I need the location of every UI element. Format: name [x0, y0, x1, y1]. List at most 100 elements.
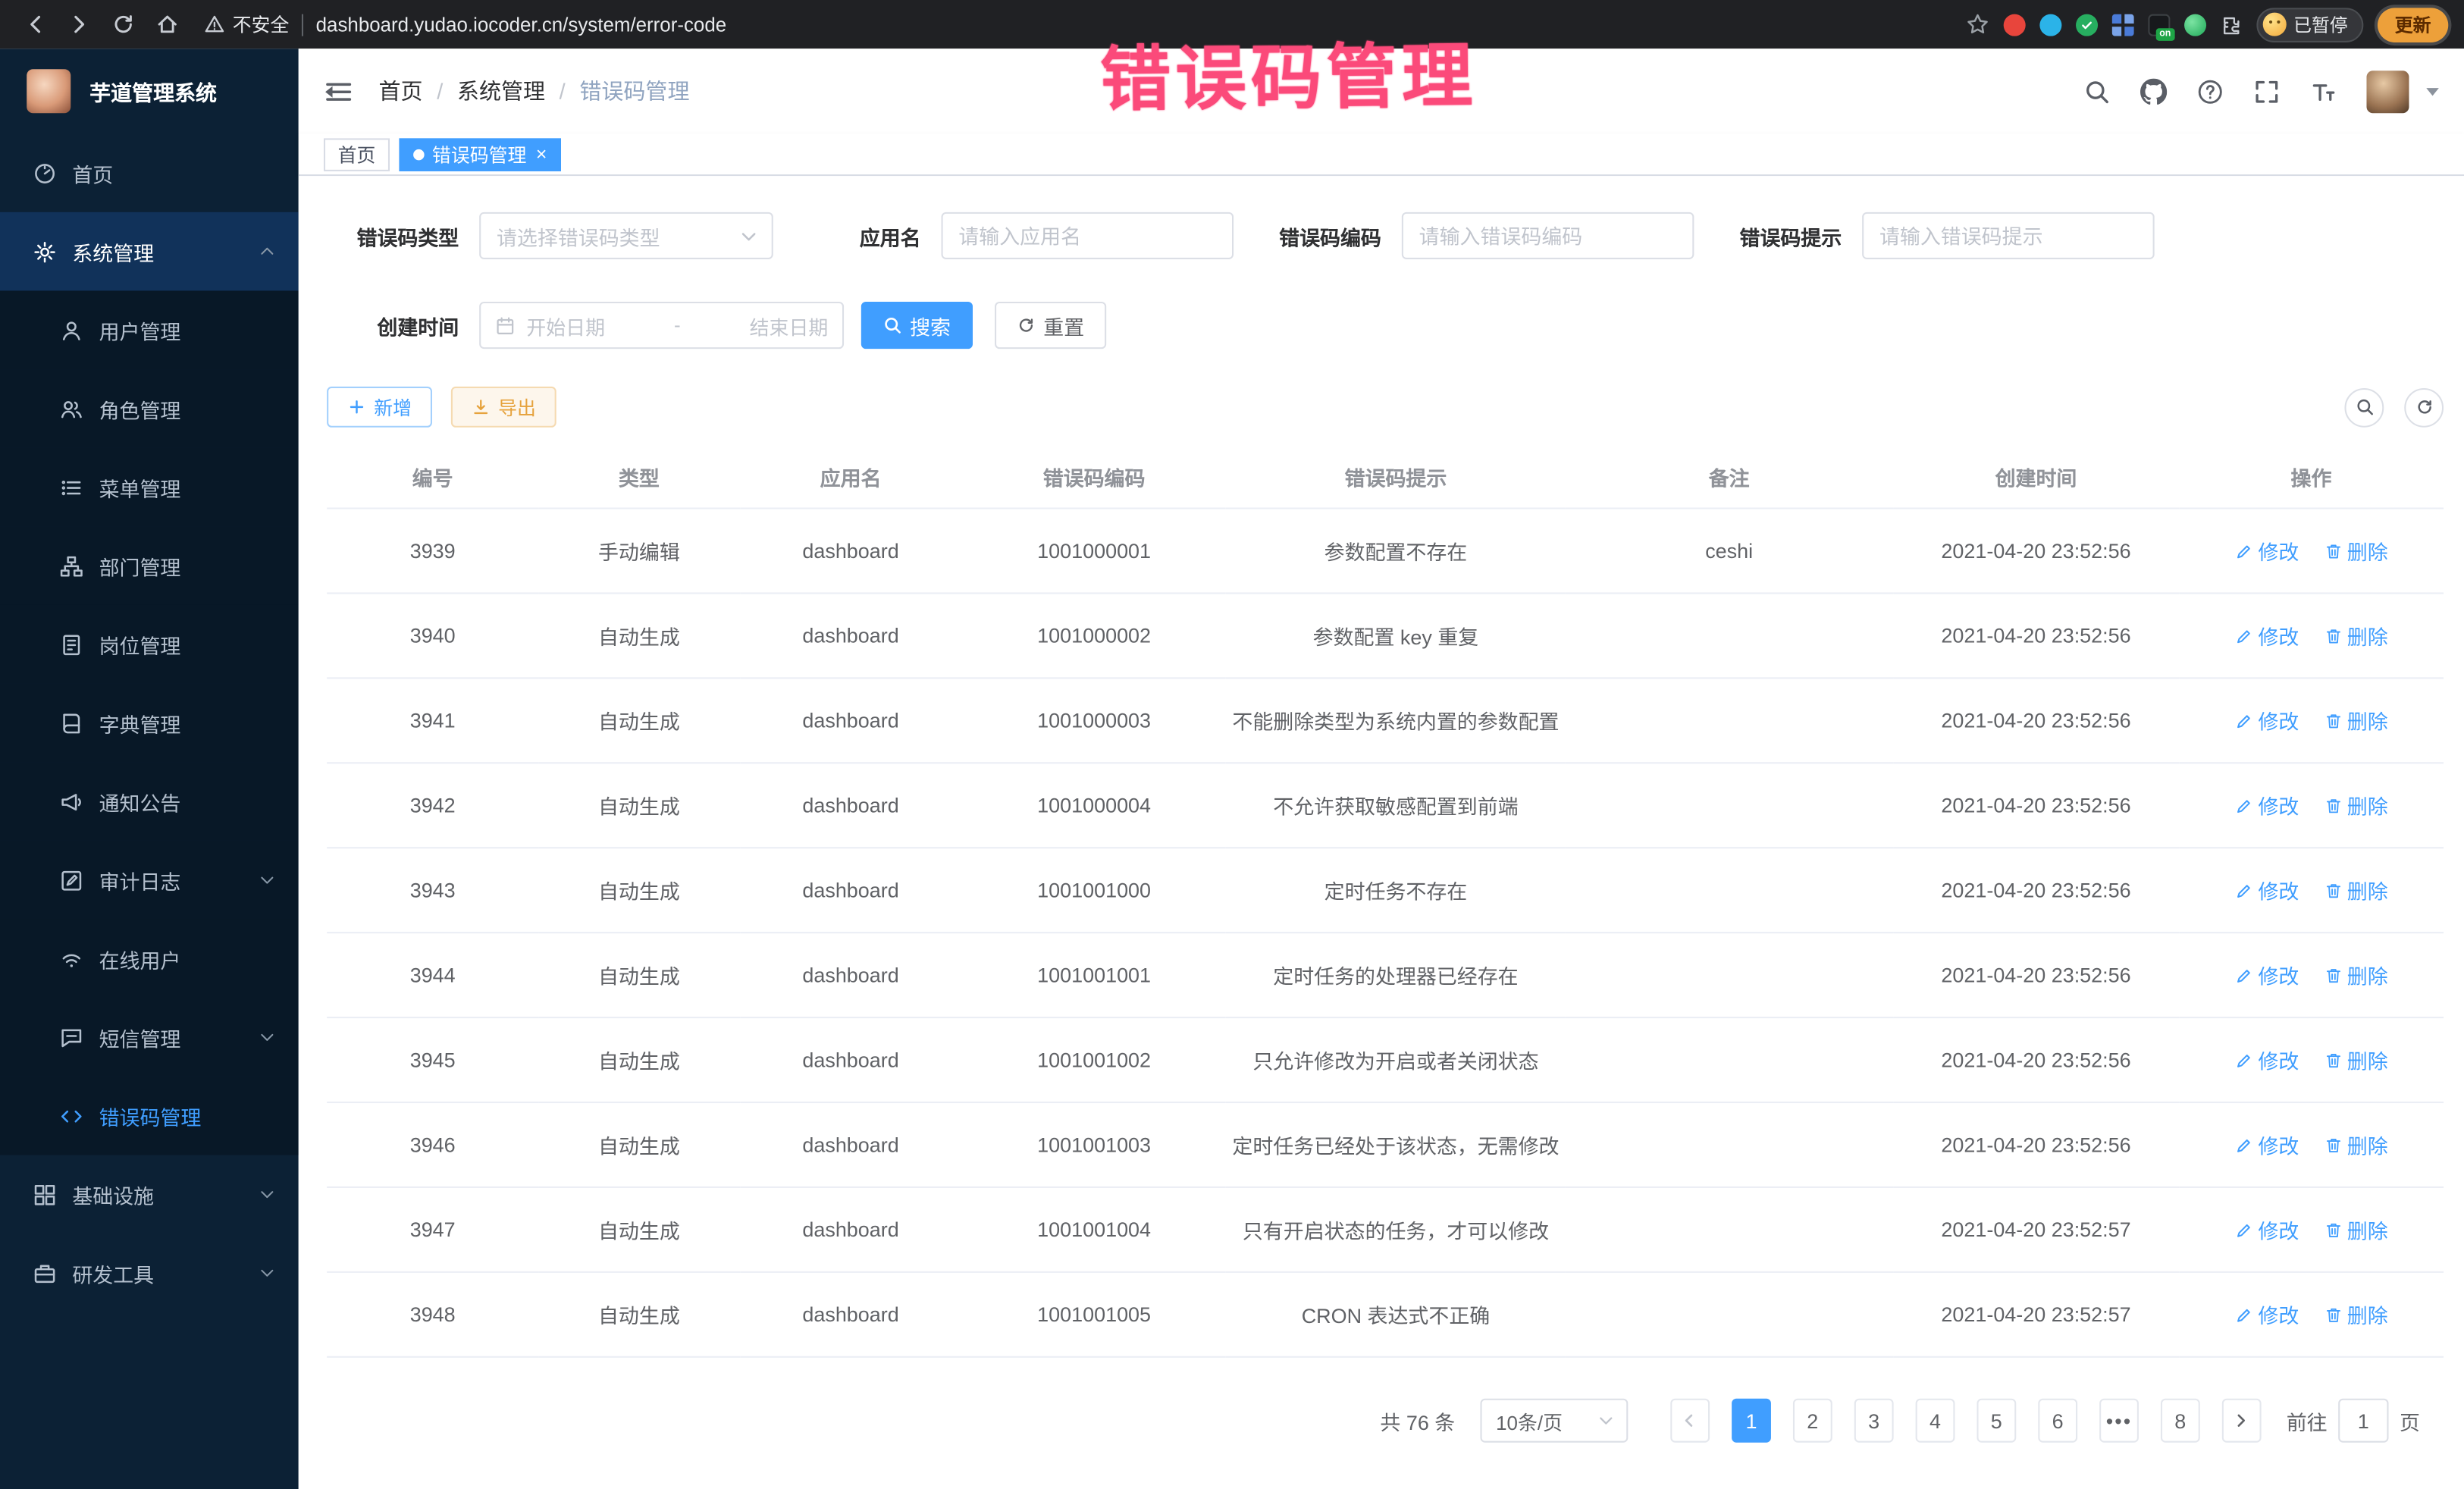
create-time-label: 创建时间 — [327, 310, 459, 340]
search-icon[interactable] — [2083, 78, 2110, 105]
bookmark-star-icon[interactable] — [1965, 13, 1989, 36]
sidebar-item-home[interactable]: 首页 — [0, 133, 299, 212]
back-button[interactable] — [16, 5, 54, 43]
extension-tampermonkey-icon[interactable]: on — [2147, 14, 2169, 36]
edit-link[interactable]: 修改 — [2234, 1299, 2299, 1329]
delete-link[interactable]: 删除 — [2324, 1045, 2388, 1074]
prev-page-button[interactable] — [1670, 1399, 1710, 1443]
breadcrumb-system[interactable]: 系统管理 — [457, 75, 545, 106]
delete-link[interactable]: 删除 — [2324, 791, 2388, 820]
page-button[interactable]: 6 — [2038, 1399, 2077, 1443]
github-icon[interactable] — [2140, 78, 2167, 105]
add-button[interactable]: 新增 — [327, 387, 432, 428]
delete-link[interactable]: 删除 — [2324, 536, 2388, 566]
browser-update-button[interactable]: 更新 — [2378, 7, 2448, 42]
delete-link[interactable]: 删除 — [2324, 1215, 2388, 1244]
cell-msg: 只有开启状态的任务，才可以修改 — [1227, 1187, 1566, 1272]
delete-link[interactable]: 删除 — [2324, 1130, 2388, 1159]
error-code-input[interactable] — [1402, 212, 1694, 259]
edit-link[interactable]: 修改 — [2234, 791, 2299, 820]
edit-link[interactable]: 修改 — [2234, 706, 2299, 735]
goto-suffix: 页 — [2400, 1406, 2420, 1435]
date-range-picker[interactable]: 开始日期 - 结束日期 — [479, 302, 844, 349]
tab-close-icon[interactable]: × — [536, 145, 547, 164]
delete-link[interactable]: 删除 — [2324, 621, 2388, 650]
edit-link[interactable]: 修改 — [2234, 1215, 2299, 1244]
edit-link[interactable]: 修改 — [2234, 536, 2299, 566]
delete-icon — [2324, 541, 2343, 560]
filter-row-1: 错误码类型 请选择错误码类型 应用名 错误码编码 — [327, 212, 2444, 259]
page-buttons: 123456 ••• 8 — [1721, 1399, 2212, 1443]
search-button[interactable]: 搜索 — [861, 302, 973, 349]
security-indicator[interactable]: 不安全 — [204, 11, 289, 38]
page-button[interactable]: 5 — [1977, 1399, 2016, 1443]
sidebar-item-error-code[interactable]: 错误码管理 — [0, 1077, 299, 1155]
sidebar-item-menu[interactable]: 菜单管理 — [0, 448, 299, 527]
sidebar-item-system[interactable]: 系统管理 — [0, 212, 299, 291]
sidebar-item-online-user[interactable]: 在线用户 — [0, 920, 299, 998]
page-button[interactable]: 4 — [1916, 1399, 1955, 1443]
tab-home[interactable]: 首页 — [324, 137, 390, 171]
address-bar[interactable]: 不安全 dashboard.yudao.iocoder.cn/system/er… — [204, 11, 1958, 38]
error-msg-input[interactable] — [1862, 212, 2155, 259]
error-type-select[interactable]: 请选择错误码类型 — [479, 212, 773, 259]
sidebar-item-devtool[interactable]: 研发工具 — [0, 1234, 299, 1312]
edit-link[interactable]: 修改 — [2234, 1045, 2299, 1074]
user-avatar[interactable] — [2366, 70, 2409, 112]
font-size-icon[interactable] — [2310, 78, 2337, 105]
extension-teal-icon[interactable] — [2039, 14, 2061, 36]
fullscreen-icon[interactable] — [2253, 78, 2280, 105]
page-size-select[interactable]: 10条/页 — [1480, 1399, 1628, 1443]
page-ellipsis[interactable]: ••• — [2099, 1399, 2139, 1443]
delete-link[interactable]: 删除 — [2324, 706, 2388, 735]
delete-link[interactable]: 删除 — [2324, 960, 2388, 989]
sidebar-item-role[interactable]: 角色管理 — [0, 369, 299, 448]
url-text[interactable]: dashboard.yudao.iocoder.cn/system/error-… — [316, 14, 727, 36]
edit-link[interactable]: 修改 — [2234, 621, 2299, 650]
edit-link[interactable]: 修改 — [2234, 1130, 2299, 1159]
sidebar-item-post[interactable]: 岗位管理 — [0, 605, 299, 684]
cell-type: 手动编辑 — [538, 509, 739, 594]
sidebar-item-dict[interactable]: 字典管理 — [0, 684, 299, 763]
sidebar-item-sms[interactable]: 短信管理 — [0, 998, 299, 1077]
tab-error-code[interactable]: 错误码管理 × — [399, 137, 561, 171]
sidebar-item-infra[interactable]: 基础设施 — [0, 1155, 299, 1234]
profile-paused-chip[interactable]: 已暂停 — [2256, 7, 2363, 42]
app-name-input[interactable] — [942, 212, 1234, 259]
extension-green-icon[interactable] — [2183, 14, 2205, 36]
extension-grid-icon[interactable] — [2111, 14, 2133, 36]
goto-page-input[interactable] — [2338, 1399, 2388, 1443]
reset-button[interactable]: 重置 — [995, 302, 1106, 349]
delete-link[interactable]: 删除 — [2324, 875, 2388, 904]
help-icon[interactable] — [2197, 78, 2224, 105]
edit-link[interactable]: 修改 — [2234, 875, 2299, 904]
refresh-table-button[interactable] — [2404, 387, 2444, 427]
breadcrumb-home[interactable]: 首页 — [379, 75, 423, 106]
profile-avatar — [2262, 13, 2286, 36]
extensions-puzzle-icon[interactable] — [2220, 14, 2242, 36]
home-button[interactable] — [148, 5, 186, 43]
export-button[interactable]: 导出 — [451, 387, 556, 428]
goto-label: 前往 — [2287, 1406, 2328, 1435]
extension-red-icon[interactable] — [2003, 14, 2025, 36]
edit-link[interactable]: 修改 — [2234, 960, 2299, 989]
chevron-down-icon[interactable] — [2426, 87, 2439, 95]
sidebar-item-audit-log[interactable]: 审计日志 — [0, 841, 299, 920]
next-page-button[interactable] — [2222, 1399, 2262, 1443]
page-button-active[interactable]: 1 — [1732, 1399, 1771, 1443]
extension-check-icon[interactable] — [2075, 14, 2097, 36]
forward-button[interactable] — [60, 5, 98, 43]
toggle-search-button[interactable] — [2344, 387, 2384, 427]
hamburger-icon[interactable] — [324, 77, 353, 106]
sidebar-item-dept[interactable]: 部门管理 — [0, 526, 299, 605]
cell-code: 1001001000 — [962, 848, 1227, 933]
cell-remark — [1565, 763, 1893, 848]
page-button[interactable]: 3 — [1854, 1399, 1894, 1443]
page-button[interactable]: 2 — [1793, 1399, 1832, 1443]
page-button[interactable]: 8 — [2161, 1399, 2200, 1443]
sidebar-item-notice[interactable]: 通知公告 — [0, 762, 299, 841]
reload-button[interactable] — [104, 5, 142, 43]
toolbox-icon — [33, 1261, 57, 1284]
delete-link[interactable]: 删除 — [2324, 1299, 2388, 1329]
sidebar-item-user[interactable]: 用户管理 — [0, 290, 299, 369]
